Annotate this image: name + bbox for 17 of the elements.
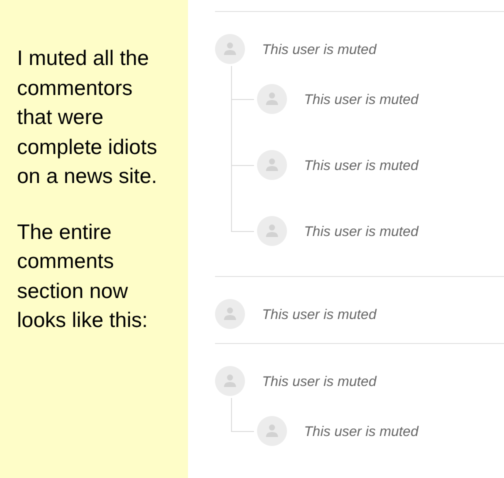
muted-comment-text: This user is muted <box>262 306 376 322</box>
muted-comment-text: This user is muted <box>262 373 376 389</box>
avatar-icon <box>215 299 245 329</box>
muted-comment-text: This user is muted <box>262 41 376 57</box>
muted-comment-text: This user is muted <box>304 223 418 239</box>
muted-comment-text: This user is muted <box>304 91 418 107</box>
avatar-icon <box>215 366 245 396</box>
avatar-icon <box>257 150 287 180</box>
avatar-icon <box>215 34 245 64</box>
caption-text: The entire comments section now looks like this: <box>17 220 149 334</box>
connector-line <box>231 398 254 432</box>
muted-comment-text: This user is muted <box>304 423 418 439</box>
muted-comment-text: This user is muted <box>304 157 418 173</box>
avatar-icon <box>257 216 287 246</box>
avatar-icon <box>257 416 287 446</box>
avatar-icon <box>257 84 287 114</box>
caption-text: I muted all the commentors that were complete idiots on a news site. <box>17 46 158 190</box>
